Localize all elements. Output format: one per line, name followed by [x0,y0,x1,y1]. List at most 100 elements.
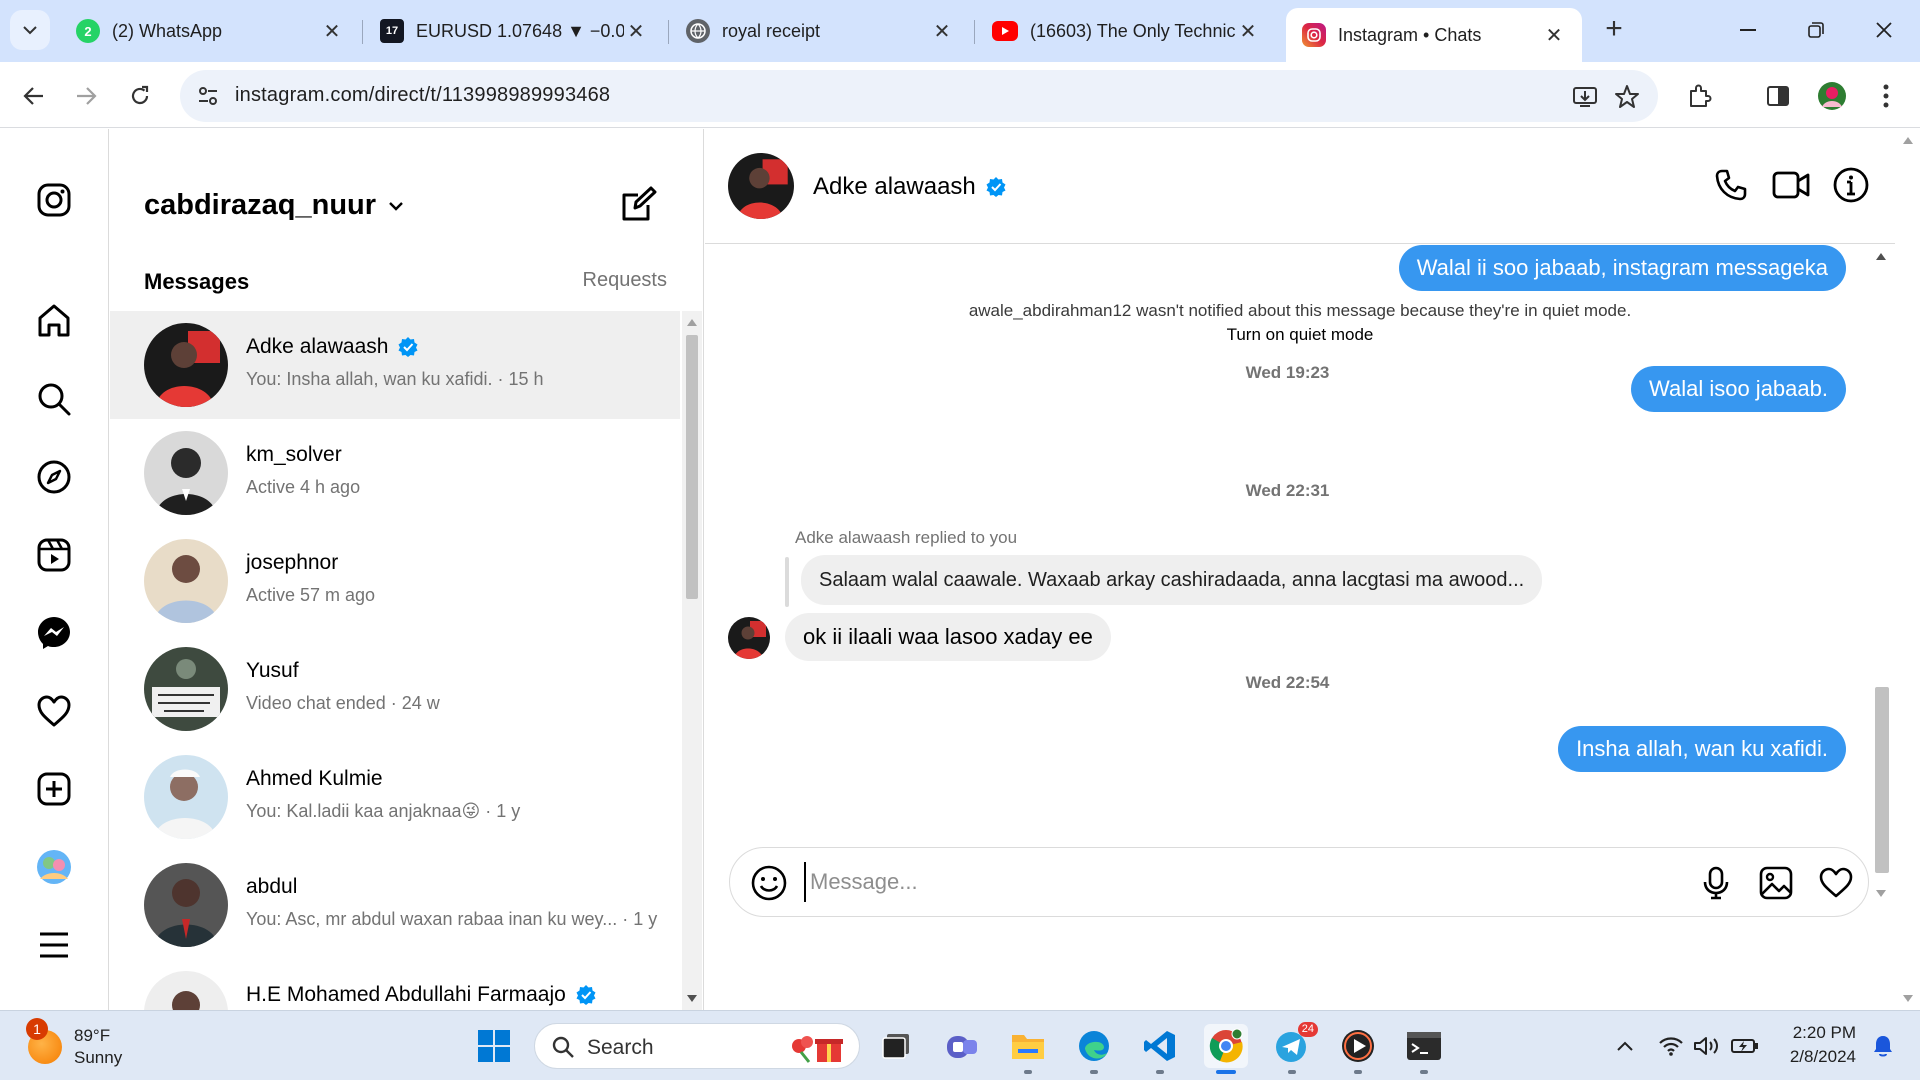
scroll-up-arrow[interactable] [1876,253,1886,260]
file-explorer-app[interactable] [1006,1024,1050,1074]
scroll-down-arrow[interactable] [1876,890,1886,897]
media-player-app[interactable] [1336,1024,1380,1074]
scroll-up-arrow[interactable] [687,319,697,326]
show-hidden-icons-button[interactable] [1610,1031,1640,1061]
notification-center-button[interactable] [1868,1031,1898,1061]
contact-avatar[interactable] [728,153,794,219]
tab-instagram-chats[interactable]: Instagram • Chats ✕ [1286,8,1582,62]
chat-scrollbar[interactable] [1867,245,1895,905]
browser-tab-bar: 2 (2) WhatsApp ✕ 17 EURUSD 1.07648 ▼ −0.… [0,0,1920,62]
outgoing-message[interactable]: Walal ii soo jabaab, instagram messageka [1398,245,1846,291]
browser-menu-button[interactable] [1870,80,1902,112]
incoming-message[interactable]: ok ii ilaali waa lasoo xaday ee [785,613,1111,661]
close-tab-icon[interactable]: ✕ [1236,19,1260,44]
instagram-logo-icon[interactable] [32,178,76,222]
conversation-km-solver[interactable]: km_solver Active 4 h ago [110,419,680,527]
vscode-app[interactable] [1138,1024,1182,1074]
more-menu-icon[interactable] [32,923,76,967]
voice-message-button[interactable] [1696,863,1736,903]
contact-name[interactable]: Adke alawaash [813,173,1006,201]
like-button[interactable] [1816,863,1856,903]
close-window-button[interactable] [1854,10,1914,50]
voice-call-button[interactable] [1711,165,1751,205]
minimize-button[interactable] [1718,10,1778,50]
inbox-scrollbar[interactable] [682,311,702,1010]
scroll-down-arrow[interactable] [687,995,697,1002]
tab-royal-receipt[interactable]: royal receipt ✕ [670,8,970,54]
install-app-button[interactable] [1570,82,1600,112]
scroll-up-arrow[interactable] [1903,137,1913,144]
new-message-button[interactable] [618,185,658,225]
folder-icon [1012,1035,1044,1059]
forward-button[interactable] [66,76,106,116]
taskbar-search-label: Search [587,1036,654,1059]
edge-app[interactable] [1072,1024,1116,1074]
tab-youtube[interactable]: (16603) The Only Technic ✕ [976,8,1276,54]
quoted-message[interactable]: Salaam walal caawale. Waxaab arkay cashi… [801,555,1543,605]
video-call-button[interactable] [1771,165,1811,205]
system-clock[interactable]: 2:20 PM 2/8/2024 [1774,1021,1856,1069]
tab-search-button[interactable] [10,10,50,50]
message-timestamp: Wed 22:31 [1245,481,1330,500]
page-scrollbar[interactable] [1895,129,1920,1010]
messenger-icon[interactable] [32,611,76,655]
heart-icon [1819,867,1853,898]
conversation-josephnor[interactable]: josephnor Active 57 m ago [110,527,680,635]
bookmark-button[interactable] [1612,82,1642,112]
url-text[interactable]: instagram.com/direct/t/113998989993468 [235,84,610,107]
search-icon[interactable] [32,377,76,421]
scroll-thumb[interactable] [1875,687,1889,873]
reload-button[interactable] [120,76,160,116]
requests-link[interactable]: Requests [583,269,668,292]
teams-app[interactable] [940,1024,984,1068]
task-view-button[interactable] [874,1024,918,1068]
account-switcher[interactable]: cabdirazaq_nuur [144,189,404,222]
close-tab-icon[interactable]: ✕ [930,19,954,44]
reels-icon[interactable] [32,533,76,577]
address-bar[interactable]: instagram.com/direct/t/113998989993468 [180,70,1658,122]
add-photo-button[interactable] [1756,863,1796,903]
scroll-thumb[interactable] [686,335,698,599]
taskbar-search-box[interactable]: Search [534,1023,860,1069]
new-tab-button[interactable]: + [1598,14,1630,46]
close-tab-icon[interactable]: ✕ [1542,23,1566,48]
scroll-down-arrow[interactable] [1903,995,1913,1002]
close-tab-icon[interactable]: ✕ [624,19,648,44]
profile-avatar-button[interactable] [1816,80,1848,112]
notifications-heart-icon[interactable] [32,689,76,733]
conversation-adke-alawaash[interactable]: Adke alawaash You: Insha allah, wan ku x… [110,311,680,419]
tab-eurusd[interactable]: 17 EURUSD 1.07648 ▼ −0.0 ✕ [364,8,664,54]
outgoing-message[interactable]: Walal isoo jabaab. [1631,366,1846,412]
restore-button[interactable] [1786,10,1846,50]
outgoing-message[interactable]: Insha allah, wan ku xafidi. [1558,726,1846,772]
site-settings-icon[interactable] [194,82,222,110]
explore-icon[interactable] [32,455,76,499]
tab-whatsapp[interactable]: 2 (2) WhatsApp ✕ [60,8,360,54]
profile-avatar[interactable] [32,845,76,889]
conversation-abdul[interactable]: abdul You: Asc, mr abdul waxan rabaa ina… [110,851,680,959]
telegram-app[interactable]: 24 [1270,1022,1318,1074]
start-button[interactable] [472,1024,516,1068]
contact-avatar-small[interactable] [728,617,770,659]
message-input[interactable] [804,862,1604,902]
instagram-page: cabdirazaq_nuur Messages Requests Adke a… [0,129,1920,1010]
extensions-button[interactable] [1684,80,1716,112]
terminal-app[interactable] [1402,1024,1446,1074]
battery-status[interactable] [1730,1031,1760,1061]
weather-widget[interactable]: 1 89°F Sunny [26,1018,122,1069]
conversation-ahmed-kulmie[interactable]: Ahmed Kulmie You: Kal.ladii kaa anjaknaa… [110,743,680,851]
create-post-icon[interactable] [32,767,76,811]
turn-on-quiet-mode-link[interactable]: Turn on quiet mode [1227,325,1374,344]
emoji-picker-button[interactable] [750,864,788,902]
wifi-status[interactable] [1656,1031,1686,1061]
back-button[interactable] [14,76,54,116]
side-panel-button[interactable] [1762,80,1794,112]
conversation-info-button[interactable] [1831,165,1871,205]
close-tab-icon[interactable]: ✕ [320,19,344,44]
conversation-farmaajo[interactable]: H.E Mohamed Abdullahi Farmaajo [110,959,680,1010]
conversation-yusuf[interactable]: Yusuf Video chat ended · 24 w [110,635,680,743]
home-icon[interactable] [32,299,76,343]
volume-control[interactable] [1692,1031,1722,1061]
arrow-right-icon [77,87,97,105]
chrome-app[interactable] [1204,1024,1248,1074]
